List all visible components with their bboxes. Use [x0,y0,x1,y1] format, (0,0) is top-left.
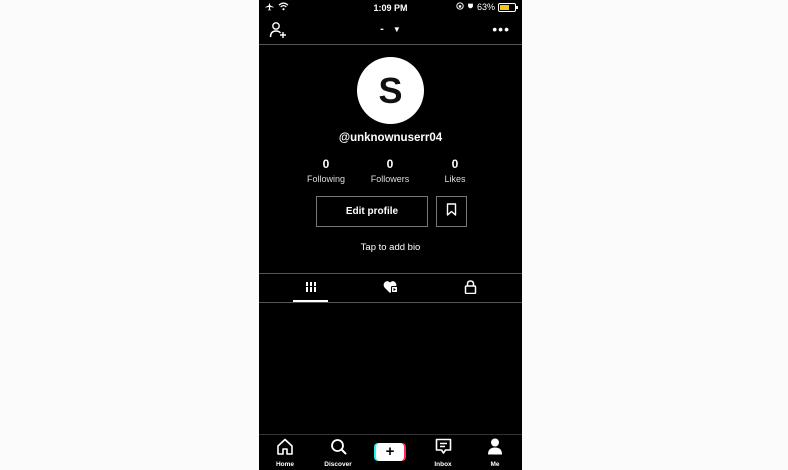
battery-fill [500,4,509,10]
followers-label: Followers [370,174,410,184]
likes-label: Likes [444,174,466,184]
following-label: Following [306,174,346,184]
tab-private[interactable] [455,280,485,296]
account-switcher[interactable]: - ▼ [259,23,522,35]
following-count: 0 [322,157,330,171]
avatar[interactable]: S [357,57,424,124]
nav-home[interactable]: Home [265,438,305,468]
edit-profile-button[interactable]: Edit profile [316,196,428,227]
chevron-down-icon: ▼ [392,25,401,34]
profile-header: - ▼ ••• [259,16,522,45]
bottom-navigation: Home Discover + Inbox Me [259,434,522,470]
orientation-lock-icon [456,2,464,12]
lock-icon [464,280,477,296]
inbox-icon [435,438,452,459]
tab-videos[interactable] [296,280,326,296]
nav-home-label: Home [275,461,295,468]
grid-icon [305,280,317,296]
likes-count: 0 [451,157,459,171]
battery-icon [498,2,518,12]
create-video-button[interactable]: + [374,443,406,461]
active-tab-indicator [293,300,328,302]
person-icon [487,438,503,459]
stat-followers[interactable]: 0 Followers [360,157,420,184]
nav-me-label: Me [490,461,500,468]
tab-liked[interactable] [376,280,406,296]
profile-stats: 0 Following 0 Followers 0 Likes [299,157,482,187]
phone-screen: 1:09 PM 63% - ▼ ••• S @unknownuserr04 0 … [259,0,522,470]
stat-following[interactable]: 0 Following [296,157,356,184]
nav-me[interactable]: Me [475,438,515,468]
plus-icon: + [376,443,404,461]
nav-discover-label: Discover [324,461,352,468]
status-bar: 1:09 PM 63% [259,0,522,15]
liked-videos-icon [383,280,399,296]
followers-count: 0 [386,157,394,171]
add-bio-prompt[interactable]: Tap to add bio [259,242,522,253]
search-icon [330,439,347,459]
account-name: - [380,23,384,35]
favorites-button[interactable] [436,196,467,227]
nav-discover[interactable]: Discover [318,438,358,468]
nav-inbox-label: Inbox [434,461,452,468]
home-icon [276,438,294,459]
bookmark-icon [446,202,457,221]
stat-likes[interactable]: 0 Likes [425,157,485,184]
more-options-icon[interactable]: ••• [492,21,510,37]
alarm-icon [467,2,474,12]
username: @unknownuserr04 [338,132,443,144]
battery-percent: 63% [476,2,495,12]
nav-inbox[interactable]: Inbox [423,438,463,468]
content-tabs [259,273,522,303]
